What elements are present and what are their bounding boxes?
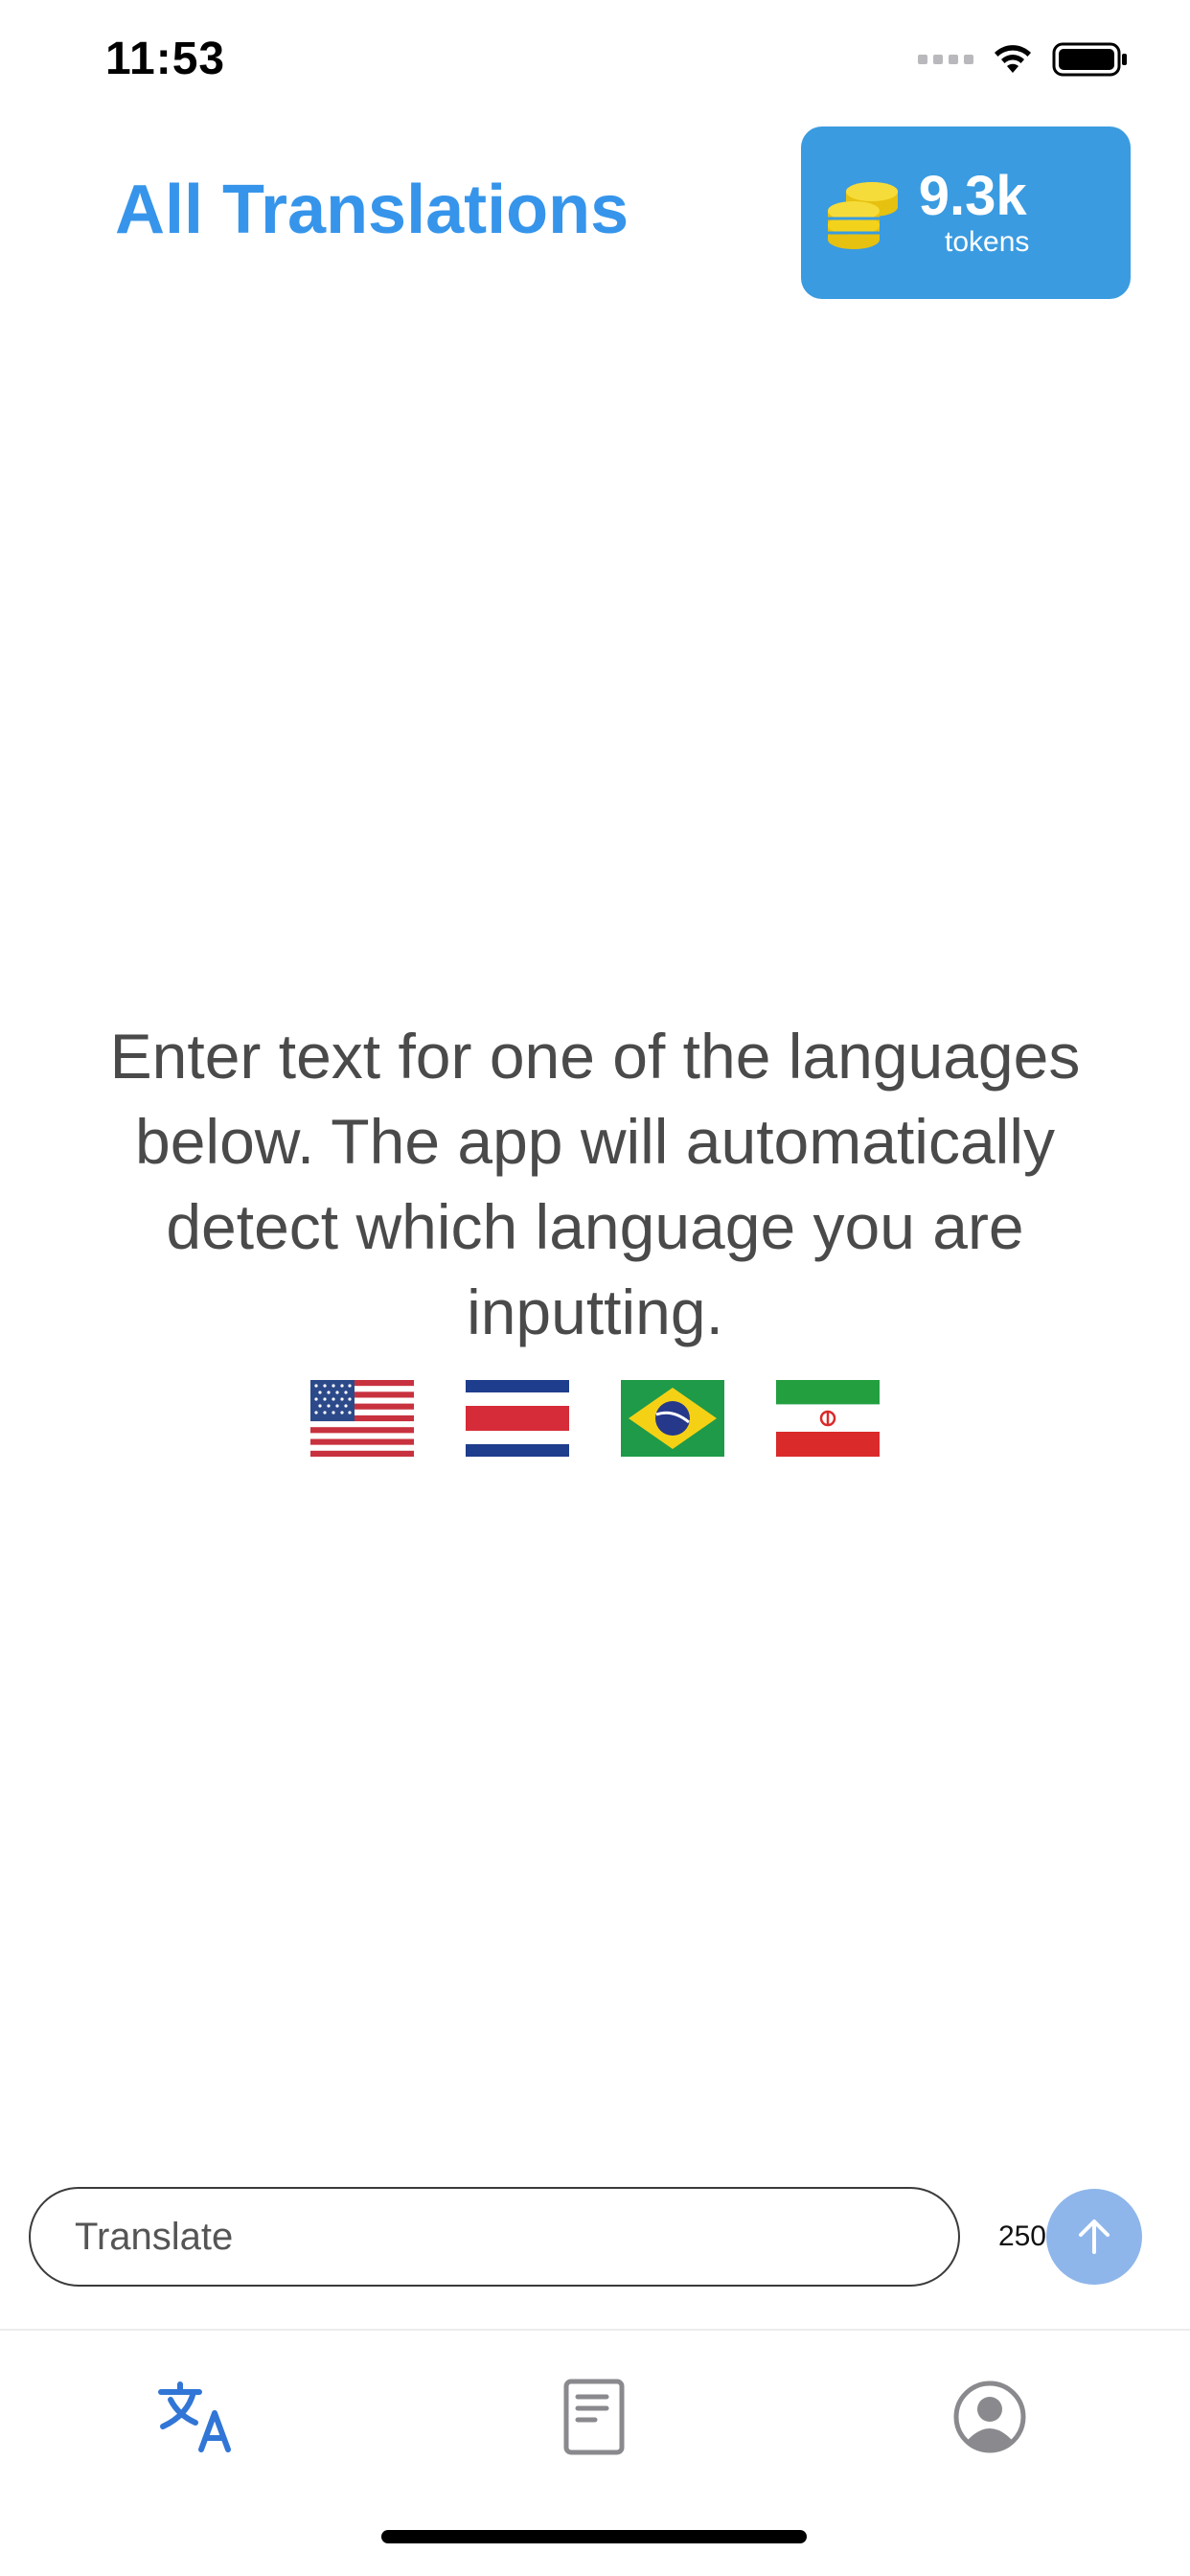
coins-icon — [828, 182, 898, 249]
token-text: 9.3k tokens — [916, 165, 1030, 259]
page-title: All Translations — [115, 172, 629, 248]
document-icon — [563, 2379, 625, 2455]
composer-row: 250 — [29, 2187, 1150, 2287]
status-icons — [918, 42, 1129, 77]
costa-rica-flag-icon — [466, 1380, 569, 1457]
token-value: 9.3k — [918, 165, 1027, 227]
character-limit: 250 — [997, 2220, 1046, 2252]
send-button[interactable] — [1046, 2189, 1142, 2285]
us-flag-icon — [310, 1380, 414, 1457]
brazil-flag-icon — [621, 1380, 724, 1457]
tab-profile[interactable] — [942, 2369, 1038, 2465]
tab-documents[interactable] — [546, 2369, 642, 2465]
battery-icon — [1052, 42, 1127, 77]
translate-input[interactable] — [29, 2187, 960, 2287]
arrow-up-icon — [1079, 2220, 1110, 2254]
translate-icon — [158, 2381, 231, 2452]
instructions-text: Enter text for one of the languages belo… — [109, 1021, 1081, 1347]
token-balance-button[interactable]: 9.3k tokens — [801, 126, 1131, 299]
status-time: 11:53 — [105, 34, 226, 84]
token-label: tokens — [945, 226, 1030, 258]
language-flags — [0, 1380, 1190, 1457]
home-indicator[interactable] — [381, 2530, 807, 2543]
profile-icon — [953, 2380, 1026, 2453]
screen: 11:53 All Translations 9.3k tokens Enter… — [0, 0, 1190, 2576]
tab-translate[interactable] — [149, 2369, 244, 2465]
wifi-icon — [995, 45, 1031, 73]
iran-flag-icon — [776, 1380, 880, 1457]
tab-bar — [0, 2331, 1190, 2474]
cellular-signal-icon — [918, 55, 973, 64]
